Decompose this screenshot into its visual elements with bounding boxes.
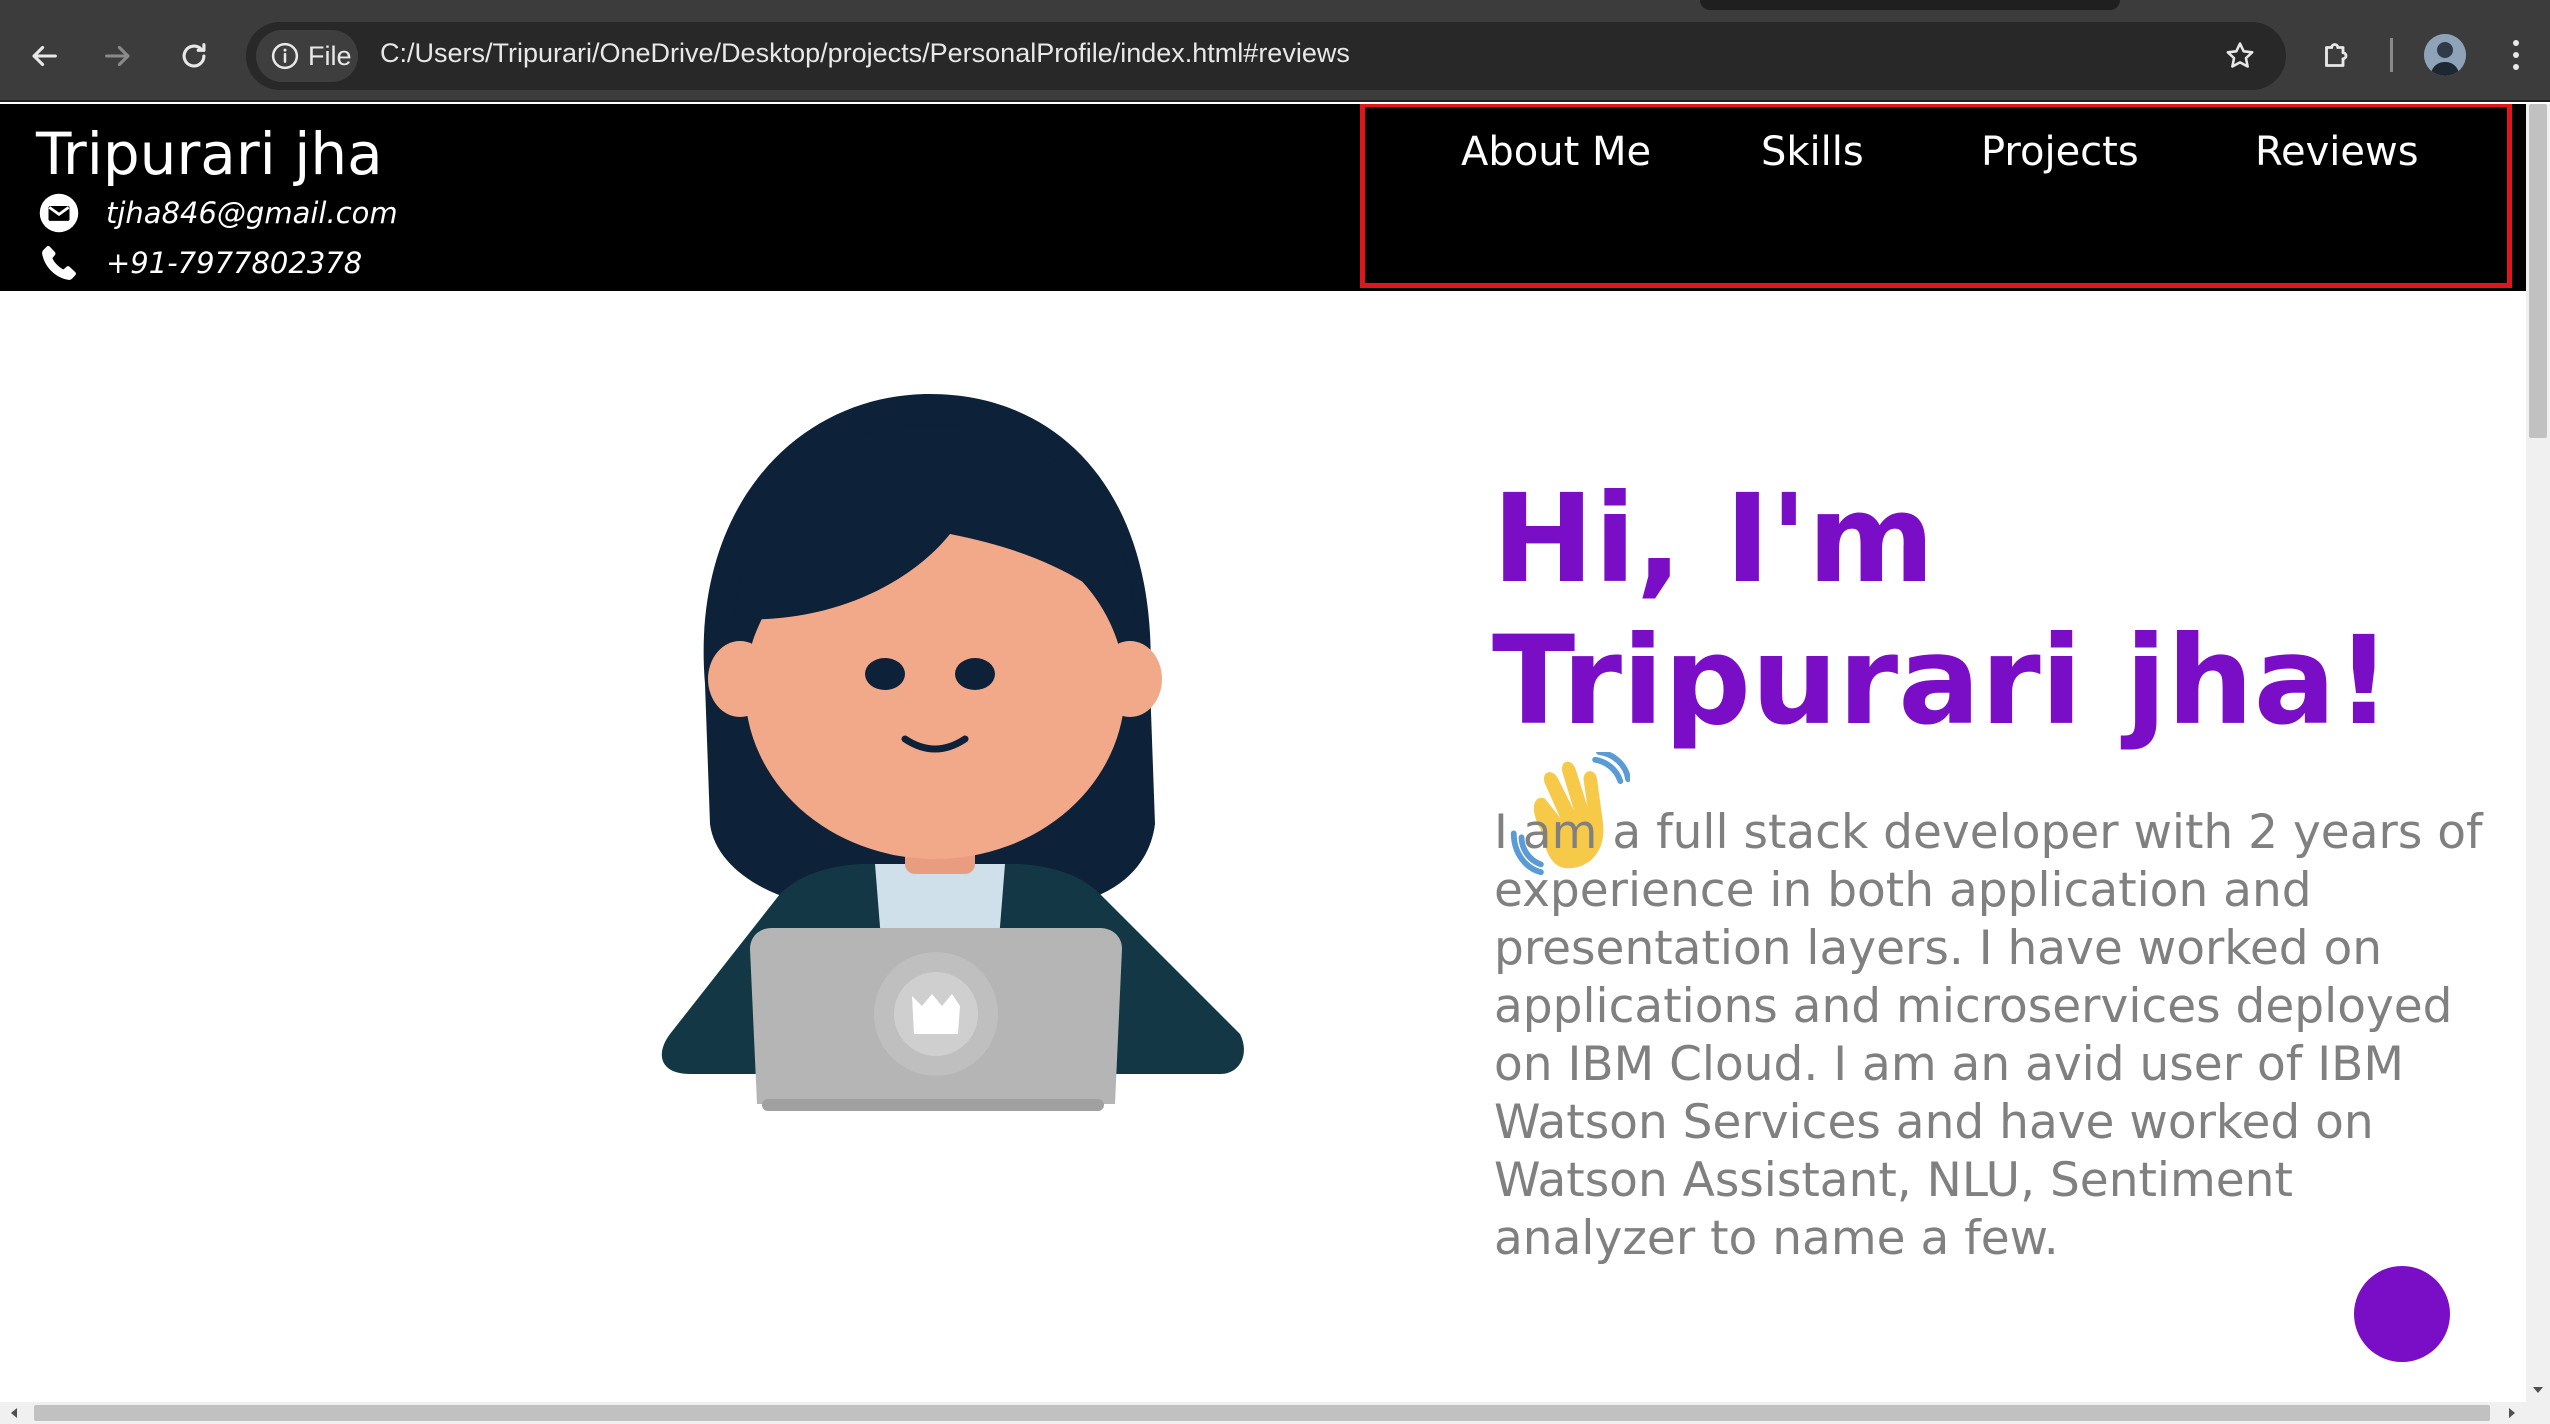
nav-link-projects[interactable]: Projects (1981, 129, 2139, 175)
hero-illustration (630, 384, 1250, 1144)
reload-icon (182, 43, 206, 68)
phone-icon (42, 246, 76, 280)
url-text[interactable]: C:/Users/Tripurari/OneDrive/Desktop/proj… (380, 38, 1350, 69)
email-text[interactable]: tjha846@gmail.com (106, 196, 398, 230)
extensions-button[interactable] (2314, 32, 2360, 78)
arrow-right-icon (105, 45, 130, 67)
email-icon (39, 193, 79, 233)
contact-phone: +91-7977802378 (38, 242, 362, 284)
hero-title-text: Hi, I'm Tripurari jha! (1492, 468, 2392, 752)
address-bar[interactable]: File C:/Users/Tripurari/OneDrive/Desktop… (246, 22, 2286, 90)
developer-illustration (661, 394, 1244, 1111)
site-header: Tripurari jha tjha846@gmail.com +91-7977… (0, 104, 2526, 291)
puzzle-icon (2325, 43, 2348, 67)
scroll-left-arrow-icon[interactable] (6, 1405, 22, 1421)
main-nav: About Me Skills Projects Reviews (1360, 104, 2512, 288)
info-icon (271, 42, 299, 70)
vertical-scrollbar[interactable] (2526, 104, 2550, 1402)
nav-link-skills[interactable]: Skills (1761, 129, 1864, 175)
star-icon (2226, 42, 2254, 68)
site-name: Tripurari jha (36, 120, 383, 188)
horizontal-scrollbar[interactable] (0, 1402, 2550, 1424)
scroll-right-arrow-icon[interactable] (2504, 1405, 2520, 1421)
hero-bio: I am a full stack developer with 2 years… (1494, 805, 2483, 1266)
nav-link-about-me[interactable]: About Me (1461, 129, 1651, 175)
profile-avatar[interactable] (2424, 34, 2466, 76)
browser-menu-button[interactable] (2496, 30, 2536, 80)
horizontal-scroll-thumb[interactable] (34, 1405, 2490, 1421)
vertical-scroll-thumb[interactable] (2529, 104, 2547, 438)
forward-button[interactable] (90, 28, 146, 84)
toolbar-divider (2390, 38, 2393, 72)
reload-button[interactable] (166, 28, 222, 84)
tab-strip (1700, 0, 2120, 10)
contact-email: tjha846@gmail.com (38, 192, 398, 234)
back-button[interactable] (16, 28, 72, 84)
kebab-menu-icon (2513, 40, 2519, 70)
nav-link-reviews[interactable]: Reviews (2255, 129, 2419, 175)
arrow-left-icon (32, 45, 57, 67)
floating-action-button[interactable] (2354, 1266, 2450, 1362)
phone-text[interactable]: +91-7977802378 (106, 246, 362, 280)
page-viewport: Tripurari jha tjha846@gmail.com +91-7977… (0, 104, 2526, 1402)
scroll-down-arrow-icon[interactable] (2530, 1382, 2546, 1398)
browser-toolbar: File C:/Users/Tripurari/OneDrive/Desktop… (0, 0, 2550, 102)
bookmark-button[interactable] (2218, 34, 2262, 78)
site-chip-label: File (308, 40, 352, 71)
site-info-button[interactable]: File (256, 30, 358, 82)
avatar-icon (2424, 34, 2466, 76)
